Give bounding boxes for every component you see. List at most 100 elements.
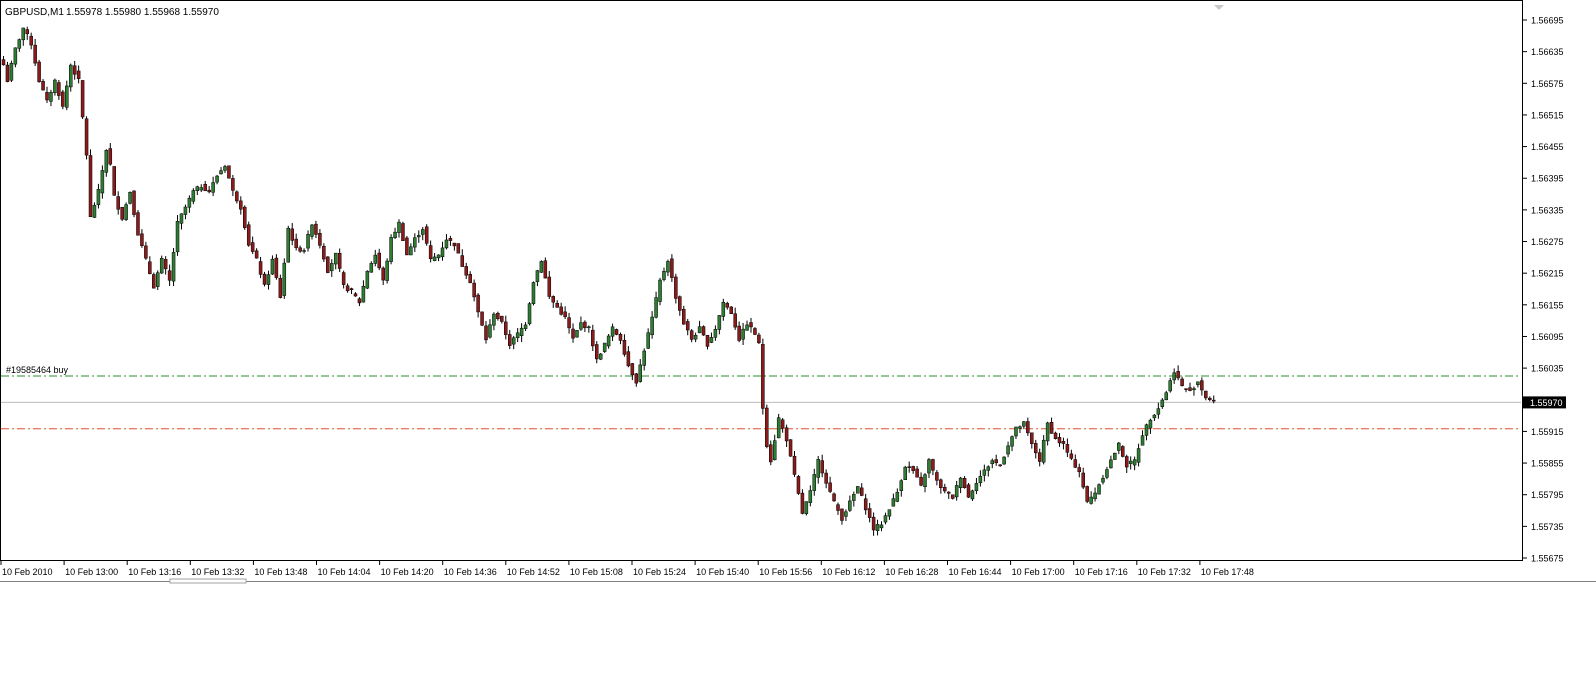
candle-body (163, 259, 168, 270)
candle-body (444, 239, 449, 249)
price-tick-label: 1.55735 (1531, 522, 1564, 532)
price-tick-label: 1.56515 (1531, 110, 1564, 120)
candle-body (258, 261, 263, 275)
candle-body (1184, 388, 1188, 390)
candle-body (1010, 436, 1014, 447)
candle-body (183, 206, 188, 215)
price-tick-label: 1.56275 (1531, 237, 1564, 247)
candle-body (986, 466, 991, 471)
candle-body (911, 466, 915, 471)
candle-body (927, 459, 931, 474)
candle-body (1069, 453, 1074, 459)
time-tick-label: 10 Feb 14:52 (507, 567, 560, 577)
candle-body (523, 324, 528, 329)
candle-body (1200, 380, 1204, 391)
price-tick-label: 1.55795 (1531, 490, 1564, 500)
candle-body (413, 237, 417, 248)
candle-body (931, 459, 935, 471)
price-tick-label: 1.56395 (1531, 174, 1564, 184)
candle-body (1204, 390, 1208, 399)
candle-body (401, 223, 405, 241)
candle-body (1132, 459, 1137, 466)
candle-body (658, 279, 662, 302)
candle-body (678, 296, 682, 311)
candle-body (856, 486, 860, 494)
candle-body (852, 494, 856, 501)
candle-body (45, 92, 49, 101)
candle-body (729, 306, 733, 315)
candle-body (452, 242, 457, 247)
candle-body (954, 485, 959, 498)
candle-body (278, 277, 283, 298)
candle-body (804, 501, 809, 515)
time-tick-label: 10 Feb 15:56 (759, 567, 812, 577)
candle-body (302, 250, 306, 252)
candle-body (199, 187, 203, 191)
candle-body (476, 294, 480, 313)
order-line-label: #19585464 buy (6, 365, 69, 375)
candle-body (697, 326, 702, 334)
time-tick-label: 10 Feb 13:16 (128, 567, 181, 577)
time-tick-label: 10 Feb 17:16 (1075, 567, 1128, 577)
candle-body (488, 324, 492, 338)
candle-body (100, 170, 105, 194)
candle-body (844, 511, 848, 517)
candle-body (330, 263, 334, 272)
candle-body (713, 329, 718, 338)
candle-body (982, 469, 987, 476)
candle-body (1136, 448, 1141, 463)
candle-body (148, 261, 152, 275)
candle-body (1065, 444, 1070, 453)
candle-body (318, 233, 322, 246)
candle-body (761, 344, 765, 409)
candle-body (670, 258, 674, 278)
candle-body (1128, 460, 1133, 464)
candle-body (717, 315, 722, 330)
candle-body (472, 282, 476, 298)
candle-body (155, 272, 160, 287)
candle-body (662, 270, 666, 280)
price-tick-label: 1.55675 (1531, 554, 1564, 564)
candle-body (563, 311, 567, 318)
candle-body (950, 494, 955, 499)
candle-body (990, 460, 994, 465)
candle-body (397, 221, 401, 233)
candle-body (195, 186, 200, 192)
candle-body (579, 322, 583, 330)
candle-body (179, 213, 184, 224)
candle-body (614, 329, 619, 335)
candle-body (693, 334, 698, 340)
candle-body (353, 293, 358, 297)
candle-body (832, 493, 836, 502)
candle-body (1156, 408, 1161, 415)
time-tick-label: 10 Feb 15:08 (570, 567, 623, 577)
price-chart[interactable]: GBPUSD,M1 1.55978 1.55980 1.55968 1.5597… (0, 0, 1596, 584)
bottom-panel (0, 584, 1596, 687)
candle-body (915, 468, 919, 478)
candle-body (895, 491, 900, 502)
current-price-label: 1.55970 (1530, 398, 1563, 408)
candle-body (1192, 388, 1196, 391)
candle-body (282, 262, 287, 296)
candle-body (994, 459, 998, 464)
candle-body (187, 197, 192, 208)
chart-tab[interactable] (169, 578, 247, 584)
time-tick-label: 10 Feb 15:40 (696, 567, 749, 577)
candle-body (859, 487, 864, 496)
candle-body (784, 427, 789, 442)
candle-body (243, 206, 247, 228)
candle-body (136, 212, 140, 236)
candle-body (689, 330, 694, 340)
candle-body (405, 237, 409, 256)
candle-body (144, 245, 148, 259)
candle-body (92, 204, 97, 218)
candle-body (120, 207, 124, 220)
candle-body (152, 274, 156, 289)
price-tick-label: 1.56095 (1531, 332, 1564, 342)
candle-body (828, 482, 832, 492)
time-tick-label: 10 Feb 15:24 (633, 567, 686, 577)
candle-body (1168, 380, 1172, 392)
candle-body (646, 332, 650, 349)
candle-body (567, 317, 571, 329)
candle-body (776, 417, 781, 439)
